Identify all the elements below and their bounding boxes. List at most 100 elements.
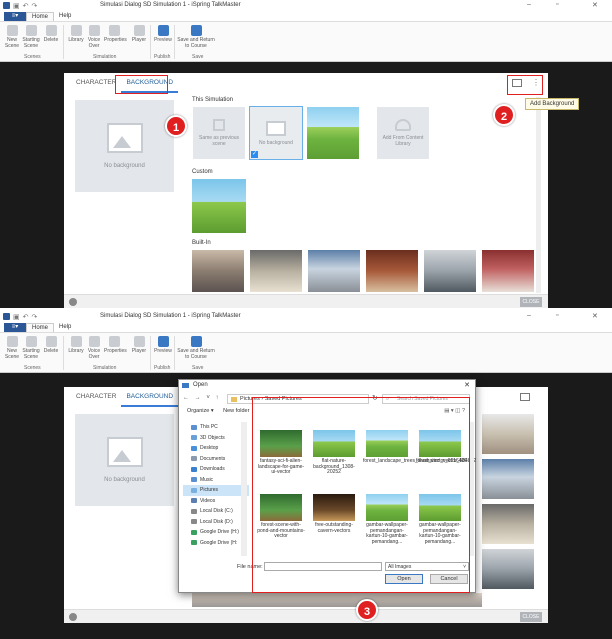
undo-icon[interactable]: ↶ [23, 2, 29, 10]
library-button[interactable]: Library [66, 336, 86, 355]
nav-local-disk-d[interactable]: Local Disk (D:) [183, 517, 249, 528]
nav-music[interactable]: Music [183, 475, 249, 486]
navigation-pane: This PC 3D Objects Desktop Documents Dow… [183, 422, 249, 556]
nav-documents[interactable]: Documents [183, 454, 249, 465]
tab-home[interactable]: Home [26, 12, 55, 21]
drive-icon [191, 519, 197, 525]
play-icon[interactable] [69, 613, 77, 621]
preview-button[interactable]: Preview [153, 25, 173, 44]
tab-help[interactable]: Help [54, 323, 76, 332]
preview-button[interactable]: Preview [153, 336, 173, 355]
nav-local-disk-c[interactable]: Local Disk (C:) [183, 506, 249, 517]
save-return-button[interactable]: Save and Return to Course [176, 25, 216, 49]
save-icon[interactable]: ▣ [13, 2, 20, 10]
player-button[interactable]: Player [129, 336, 149, 355]
nav-google-drive-2[interactable]: Google Drive (H: [183, 538, 249, 549]
delete-button[interactable]: Delete [41, 336, 61, 355]
group-save: Save [192, 54, 204, 60]
speaker-icon [88, 25, 100, 36]
ribbon: New Scene Starting Scene Delete Library … [0, 21, 612, 62]
nav-3d-objects[interactable]: 3D Objects [183, 433, 249, 444]
navigation-arrows[interactable]: ← → ˅ ↑ [183, 395, 221, 401]
voice-over-button[interactable]: Voice Over [84, 336, 104, 360]
voice-over-button[interactable]: Voice Over [84, 25, 104, 49]
nav-google-drive[interactable]: Google Drive (H:) [183, 527, 249, 538]
redo-icon[interactable]: ↷ [32, 2, 38, 10]
starting-scene-button[interactable]: Starting Scene [21, 25, 41, 49]
file-menu-button[interactable]: ≡▾ [4, 12, 26, 21]
starting-scene-button[interactable]: Starting Scene [21, 336, 41, 360]
player-icon [133, 336, 145, 347]
nav-desktop[interactable]: Desktop [183, 443, 249, 454]
close-icon[interactable]: ✕ [592, 312, 598, 320]
redo-icon[interactable]: ↷ [32, 313, 38, 321]
close-button[interactable]: CLOSE [520, 612, 542, 622]
builtin-background-thumb[interactable] [424, 250, 476, 292]
nav-videos[interactable]: Videos [183, 496, 249, 507]
app-icon [3, 2, 10, 9]
desktop-icon [191, 445, 197, 451]
player-button[interactable]: Player [129, 25, 149, 44]
organize-menu[interactable]: Organize [187, 408, 209, 414]
builtin-background-thumb[interactable] [482, 414, 534, 454]
nav-downloads[interactable]: Downloads [183, 464, 249, 475]
undo-icon[interactable]: ↶ [23, 313, 29, 321]
navigation-scrollbar[interactable] [241, 422, 247, 556]
video-icon [191, 498, 197, 504]
save-return-button[interactable]: Save and Return to Course [176, 336, 216, 360]
tab-help[interactable]: Help [54, 12, 76, 21]
close-button[interactable]: CLOSE [520, 297, 542, 307]
builtin-background-thumb[interactable] [192, 250, 244, 292]
scrollbar[interactable] [536, 97, 541, 293]
properties-button[interactable]: Properties [104, 25, 127, 44]
landscape-background-option[interactable] [307, 107, 359, 159]
maximize-icon[interactable]: ▫ [556, 312, 558, 319]
no-background-option[interactable]: No background ✓ [249, 106, 303, 160]
library-icon [70, 336, 82, 347]
tab-character[interactable]: CHARACTER [71, 73, 121, 93]
new-scene-button[interactable]: New Scene [2, 336, 22, 360]
builtin-background-thumb[interactable] [482, 250, 534, 292]
builtin-background-thumb[interactable] [482, 504, 534, 544]
library-button[interactable]: Library [66, 25, 86, 44]
background-preview: No background [75, 414, 174, 506]
minimize-icon[interactable]: – [527, 1, 531, 8]
document-icon [191, 456, 197, 462]
save-icon[interactable]: ▣ [13, 313, 20, 321]
new-folder-button[interactable]: New folder [223, 408, 249, 414]
properties-button[interactable]: Properties [104, 336, 127, 355]
check-icon: ✓ [251, 151, 258, 158]
builtin-background-thumb[interactable] [482, 459, 534, 499]
gear-icon [108, 25, 120, 36]
maximize-icon[interactable]: ▫ [556, 1, 558, 8]
tab-home[interactable]: Home [26, 323, 55, 332]
play-icon[interactable] [69, 298, 77, 306]
tab-background[interactable]: BACKGROUND [121, 387, 179, 407]
section-built-in: Built-In [192, 240, 211, 246]
close-icon[interactable]: ✕ [464, 380, 470, 391]
flag-icon [25, 25, 37, 36]
ribbon-tabs: ≡▾ Home Help [0, 11, 612, 21]
nav-pictures[interactable]: Pictures [183, 485, 249, 496]
play-icon [157, 25, 169, 36]
gear-icon [108, 336, 120, 347]
add-from-library-option[interactable]: Add From Content Library [377, 107, 429, 159]
nav-this-pc[interactable]: This PC [183, 422, 249, 433]
file-menu-button[interactable]: ≡▾ [4, 323, 26, 332]
same-as-previous-option[interactable]: Same as previous scene [193, 107, 245, 159]
group-publish: Publish [154, 365, 171, 371]
close-icon[interactable]: ✕ [592, 1, 598, 9]
section-custom: Custom [192, 169, 213, 175]
builtin-background-thumb[interactable] [366, 250, 418, 292]
screenshot-bottom: ▣ ↶ ↷ Simulasi Dialog SD Simulation 1 - … [0, 311, 612, 639]
tab-character[interactable]: CHARACTER [71, 387, 121, 407]
cloud-upload-icon [395, 119, 411, 131]
builtin-background-thumb[interactable] [482, 549, 534, 589]
builtin-background-thumb[interactable] [308, 250, 360, 292]
delete-button[interactable]: Delete [41, 25, 61, 44]
minimize-icon[interactable]: – [527, 312, 531, 319]
custom-background-thumb[interactable] [192, 179, 246, 233]
new-scene-button[interactable]: New Scene [2, 25, 22, 49]
add-background-icon[interactable] [520, 393, 530, 401]
builtin-background-thumb[interactable] [250, 250, 302, 292]
